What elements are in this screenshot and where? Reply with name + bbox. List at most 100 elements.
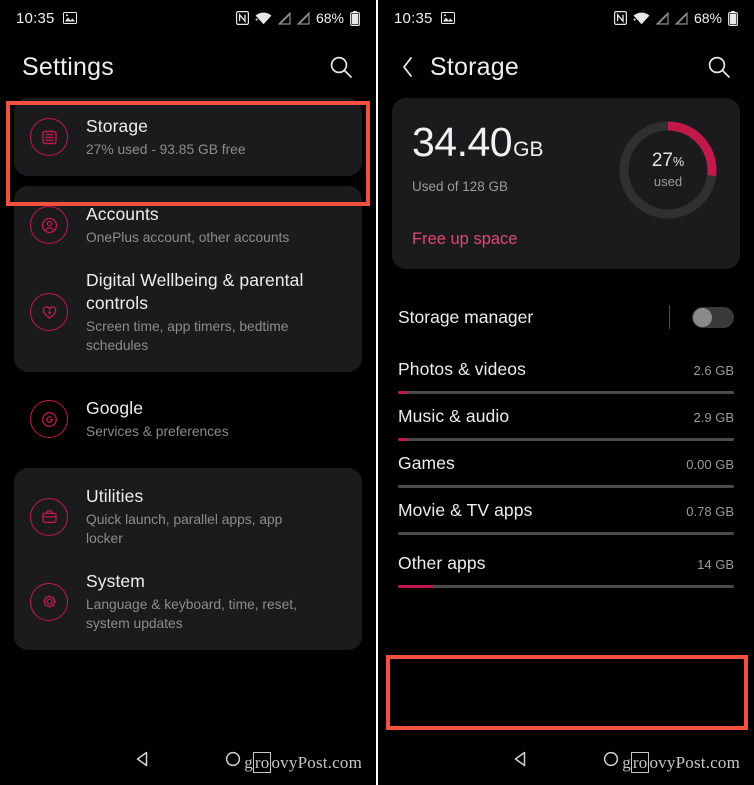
page-title: Storage (430, 52, 519, 81)
settings-item-text: Digital Wellbeing & parental controls Sc… (86, 269, 346, 355)
settings-item-title: System (86, 571, 145, 591)
settings-item-title: Google (86, 398, 144, 418)
watermark-pre: g (244, 753, 253, 772)
settings-item-storage[interactable]: Storage 27% used - 93.85 GB free (14, 104, 362, 170)
divider (669, 305, 670, 329)
storage-summary-text: 34.40GB Used of 128 GB Free up space (412, 114, 616, 249)
status-bar-right: 68% (613, 10, 738, 26)
category-head: Games 0.00 GB (398, 453, 734, 474)
signal-off-icon (655, 11, 669, 25)
category-head: Photos & videos 2.6 GB (398, 359, 734, 380)
search-icon[interactable] (706, 54, 732, 80)
settings-group-system: Utilities Quick launch, parallel apps, a… (14, 468, 362, 650)
battery-percent: 68% (315, 10, 344, 26)
storage-category-movies[interactable]: Movie & TV apps 0.78 GB (392, 488, 740, 535)
wifi-icon (255, 12, 272, 25)
settings-item-system[interactable]: System Language & keyboard, time, reset,… (14, 559, 362, 644)
nav-home-circle-icon[interactable] (602, 750, 620, 768)
storage-content: 34.40GB Used of 128 GB Free up space 27%… (378, 98, 754, 588)
status-bar-left: 10:35 (16, 10, 77, 27)
category-name: Other apps (398, 553, 486, 573)
settings-item-title: Utilities (86, 486, 144, 506)
storage-donut-label: 27% used (616, 118, 720, 222)
nav-back-triangle-icon[interactable] (512, 750, 530, 768)
wellbeing-heart-icon (30, 293, 68, 331)
storage-manager-row[interactable]: Storage manager (392, 285, 740, 347)
settings-list: Storage 27% used - 93.85 GB free Account… (0, 98, 376, 650)
settings-item-text: System Language & keyboard, time, reset,… (86, 570, 318, 633)
wifi-icon (633, 12, 650, 25)
google-icon (30, 400, 68, 438)
nav-home-circle-icon[interactable] (224, 750, 242, 768)
storage-category-photos[interactable]: Photos & videos 2.6 GB (392, 347, 740, 394)
status-bar: 10:35 68% (378, 0, 754, 36)
settings-item-subtitle: OnePlus account, other accounts (86, 230, 290, 245)
storage-summary-card: 34.40GB Used of 128 GB Free up space 27%… (392, 98, 740, 269)
nfc-icon (235, 11, 249, 26)
category-size: 14 GB (697, 557, 734, 572)
storage-icon (30, 118, 68, 156)
system-gear-icon (30, 582, 68, 621)
storage-category-music[interactable]: Music & audio 2.9 GB (392, 394, 740, 441)
settings-item-text: Google Services & preferences (86, 397, 229, 441)
settings-item-title: Digital Wellbeing & parental controls (86, 270, 304, 313)
storage-manager-toggle[interactable] (692, 306, 734, 328)
watermark-post: ovyPost.com (649, 753, 740, 772)
watermark-boxed: ro (252, 752, 272, 773)
storage-manager-label: Storage manager (398, 306, 534, 327)
battery-icon (728, 10, 738, 26)
back-chevron-icon[interactable] (400, 55, 416, 79)
storage-used-unit: GB (513, 138, 544, 161)
category-progress-bar (398, 532, 734, 535)
category-head: Other apps 14 GB (398, 553, 734, 574)
storage-used-value-row: 34.40GB (412, 118, 616, 174)
category-size: 2.9 GB (693, 410, 734, 425)
category-head: Music & audio 2.9 GB (398, 406, 734, 427)
battery-percent: 68% (693, 10, 722, 26)
category-progress-bar (398, 438, 734, 441)
status-bar: 10:35 68% (0, 0, 376, 36)
settings-item-text: Accounts OnePlus account, other accounts (86, 203, 289, 247)
nav-back-triangle-icon[interactable] (134, 750, 152, 768)
category-size: 0.00 GB (686, 457, 734, 472)
watermark-pre: g (622, 753, 631, 772)
category-progress-fill (398, 438, 408, 441)
signal-off-icon (277, 11, 291, 25)
account-icon (30, 206, 68, 244)
category-progress-bar (398, 485, 734, 488)
settings-item-text: Storage 27% used - 93.85 GB free (86, 115, 246, 159)
storage-used-of: Used of 128 GB (412, 179, 509, 194)
page-title: Settings (22, 52, 114, 81)
storage-donut-percent: 27 (651, 150, 673, 171)
category-size: 2.6 GB (693, 363, 734, 378)
storage-category-other-apps[interactable]: Other apps 14 GB (392, 535, 740, 588)
search-icon[interactable] (328, 54, 354, 80)
watermark: g ro ovyPost.com (244, 752, 362, 773)
category-progress-bar (398, 585, 734, 588)
storage-donut-caption: used (653, 174, 683, 189)
photo-icon (440, 12, 455, 24)
category-head: Movie & TV apps 0.78 GB (398, 500, 734, 521)
status-time: 10:35 (16, 9, 55, 27)
storage-category-games[interactable]: Games 0.00 GB (392, 441, 740, 488)
status-time: 10:35 (394, 9, 433, 27)
category-size: 0.78 GB (686, 504, 734, 519)
settings-item-google[interactable]: Google Services & preferences (14, 386, 362, 452)
settings-item-subtitle: Quick launch, parallel apps, app locker (86, 512, 283, 546)
storage-app-bar: Storage (378, 36, 754, 98)
settings-item-title: Accounts (86, 204, 159, 224)
category-progress-fill (398, 391, 407, 394)
watermark-boxed: ro (630, 752, 650, 773)
nfc-icon (613, 11, 627, 26)
settings-item-utilities[interactable]: Utilities Quick launch, parallel apps, a… (14, 474, 362, 559)
storage-used-value: 34.40 (412, 119, 513, 165)
free-up-space-link[interactable]: Free up space (412, 230, 616, 249)
settings-screen: 10:35 68% Settings Storage 27% used - 93… (0, 0, 376, 785)
settings-item-accounts[interactable]: Accounts OnePlus account, other accounts (14, 192, 362, 258)
category-name: Music & audio (398, 406, 510, 426)
watermark-post: ovyPost.com (271, 753, 362, 772)
settings-item-title: Storage (86, 116, 148, 136)
storage-screen: 10:35 68% Storage 34.40GB Used of 128 GB… (378, 0, 754, 785)
signal-off-icon (296, 11, 310, 25)
settings-item-digital-wellbeing[interactable]: Digital Wellbeing & parental controls Sc… (14, 258, 362, 366)
